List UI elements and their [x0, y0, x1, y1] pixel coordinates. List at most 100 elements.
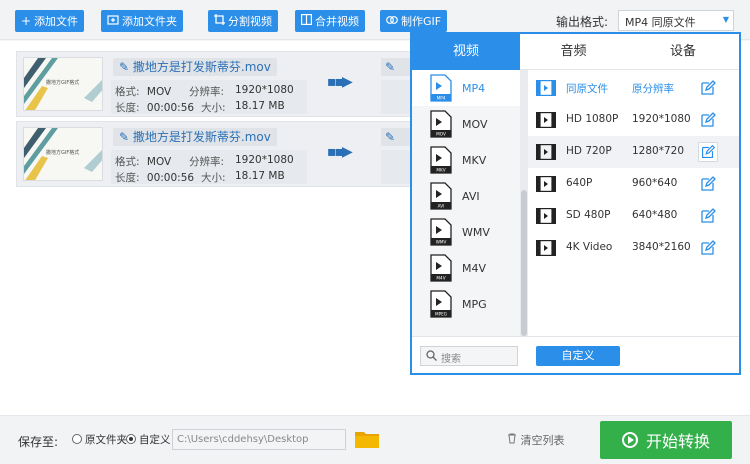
resolution-key: 分辨率: [189, 156, 225, 168]
format-key: 格式: [115, 86, 140, 98]
resolution-value: 1920*1080 [235, 84, 294, 96]
format-label: WMV [462, 225, 490, 239]
format-item-mov[interactable]: MOV MOV [412, 106, 520, 142]
tab-device[interactable]: 设备 [627, 34, 739, 70]
tab-audio[interactable]: 音频 [520, 34, 627, 70]
resolution-item[interactable]: SD 480P 640*480 [528, 200, 739, 232]
output-format-select[interactable]: MP4 同原文件 ▼ [618, 10, 734, 31]
format-item-mpg[interactable]: MPEG MPG [412, 286, 520, 322]
file-format-icon: MOV [430, 110, 452, 138]
edit-icon[interactable] [698, 206, 718, 226]
file-name: 撒地方是打发斯蒂芬.mov [132, 130, 271, 144]
edit-pencil-icon: ✎ [119, 60, 133, 74]
output-path-field[interactable]: C:\Users\cddehsy\Desktop [172, 429, 346, 450]
film-icon [536, 112, 556, 128]
add-folder-label: 添加文件夹 [122, 15, 177, 28]
radio-custom-folder[interactable] [126, 434, 136, 444]
format-label: MKV [462, 153, 487, 167]
radio-original-folder[interactable] [72, 434, 82, 444]
format-item-mkv[interactable]: MKV MKV [412, 142, 520, 178]
svg-text:撒地方GIF格式: 撒地方GIF格式 [46, 149, 79, 156]
edit-pencil-icon: ✎ [385, 130, 396, 144]
merge-icon [301, 14, 313, 28]
resolution-item[interactable]: 4K Video 3840*2160 [528, 232, 739, 264]
app-window: + 添加文件 添加文件夹 分割视频 合并视频 制作GIF 输出格式: MP4 同… [0, 0, 750, 464]
output-format-label: 输出格式: [556, 15, 609, 29]
folder-icon[interactable] [355, 430, 379, 448]
edit-icon[interactable] [698, 110, 718, 130]
format-badge: MOV [436, 132, 446, 137]
resolution-name: 4K Video [566, 241, 613, 253]
format-scrollbar[interactable] [520, 70, 528, 336]
add-file-button[interactable]: + 添加文件 [15, 10, 85, 32]
bottom-bar: 保存至: 原文件夹 自定义 C:\Users\cddehsy\Desktop 清… [0, 415, 750, 464]
format-badge: MP4 [437, 96, 446, 101]
make-gif-button[interactable]: 制作GIF [380, 10, 448, 32]
film-icon [536, 176, 556, 192]
resolution-list: 同原文件 原分辨率 HD 1080P 1920*1080 HD 720P 1280*720… [528, 70, 739, 336]
format-key: 格式: [115, 156, 140, 168]
format-search-input[interactable]: 搜索 [420, 346, 518, 366]
format-badge: AVI [438, 204, 445, 209]
duration-key: 长度: [115, 172, 140, 184]
custom-button[interactable]: 自定义 [536, 346, 620, 366]
svg-text:撒地方GIF格式: 撒地方GIF格式 [46, 79, 79, 86]
split-video-button[interactable]: 分割视频 [208, 10, 278, 32]
radio-original-label: 原文件夹 [85, 434, 127, 446]
format-item-m4v[interactable]: M4V M4V [412, 250, 520, 286]
start-convert-label: 开始转换 [645, 432, 710, 451]
start-convert-button[interactable]: 开始转换 [600, 421, 732, 459]
resolution-item[interactable]: HD 720P 1280*720 [528, 136, 739, 168]
duration-value: 00:00:56 [146, 172, 195, 184]
output-format-value: MP4 同原文件 [625, 16, 696, 29]
tab-video[interactable]: 视频 [412, 34, 520, 70]
file-format-icon: M4V [430, 254, 452, 282]
format-label: MP4 [462, 81, 486, 95]
format-item-avi[interactable]: AVI AVI [412, 178, 520, 214]
scrollbar-thumb[interactable] [521, 190, 527, 336]
resolution-value: 1280*720 [632, 145, 685, 157]
clear-list-button[interactable]: 清空列表 [507, 432, 565, 448]
resolution-value: 3840*2160 [632, 241, 691, 253]
duration-key: 长度: [115, 102, 140, 114]
format-value: MOV [146, 156, 172, 168]
split-video-label: 分割视频 [228, 15, 272, 28]
file-name-button[interactable]: ✎ 撒地方是打发斯蒂芬.mov [113, 58, 277, 76]
file-name-button[interactable]: ✎ 撒地方是打发斯蒂芬.mov [113, 128, 277, 146]
film-icon [536, 144, 556, 160]
resolution-item[interactable]: 640P 960*640 [528, 168, 739, 200]
convert-arrow-icon: ▪▪▶ [327, 74, 353, 90]
file-format-icon: MP4 [430, 74, 452, 102]
file-meta-line2: 长度: 00:00:56 大小: 18.17 MB [115, 170, 285, 185]
resolution-name: HD 720P [566, 145, 612, 157]
size-value: 18.17 MB [235, 170, 285, 182]
video-thumbnail: 撒地方GIF格式 [23, 127, 103, 181]
format-badge: MKV [436, 168, 445, 173]
size-key: 大小: [201, 172, 226, 184]
search-icon [426, 350, 437, 361]
format-item-mp4[interactable]: MP4 MP4 [412, 70, 520, 106]
convert-arrow-icon: ▪▪▶ [327, 144, 353, 160]
edit-icon[interactable] [698, 78, 718, 98]
format-badge: M4V [436, 276, 445, 281]
format-item-wmv[interactable]: WMV WMV [412, 214, 520, 250]
format-value: MOV [146, 86, 172, 98]
edit-icon[interactable] [698, 238, 718, 258]
edit-icon[interactable] [698, 174, 718, 194]
file-name: 撒地方是打发斯蒂芬.mov [132, 60, 271, 74]
merge-video-label: 合并视频 [315, 15, 359, 28]
merge-video-button[interactable]: 合并视频 [295, 10, 365, 32]
file-row[interactable]: 撒地方GIF格式 ✎ 撒地方是打发斯蒂芬.mov 格式: MOV 分辨率: 19… [16, 51, 417, 117]
edit-icon[interactable] [698, 142, 718, 162]
file-format-icon: AVI [430, 182, 452, 210]
file-row[interactable]: 撒地方GIF格式 ✎ 撒地方是打发斯蒂芬.mov 格式: MOV 分辨率: 19… [16, 121, 417, 187]
resolution-value: 960*640 [632, 177, 678, 189]
resolution-item[interactable]: HD 1080P 1920*1080 [528, 104, 739, 136]
format-tabs: 视频 音频 设备 [412, 34, 739, 70]
play-circle-icon [621, 432, 638, 448]
format-badge: WMV [436, 240, 447, 245]
add-folder-button[interactable]: 添加文件夹 [101, 10, 183, 32]
resolution-item[interactable]: 同原文件 原分辨率 [528, 72, 739, 104]
file-format-icon: WMV [430, 218, 452, 246]
film-icon [536, 240, 556, 256]
